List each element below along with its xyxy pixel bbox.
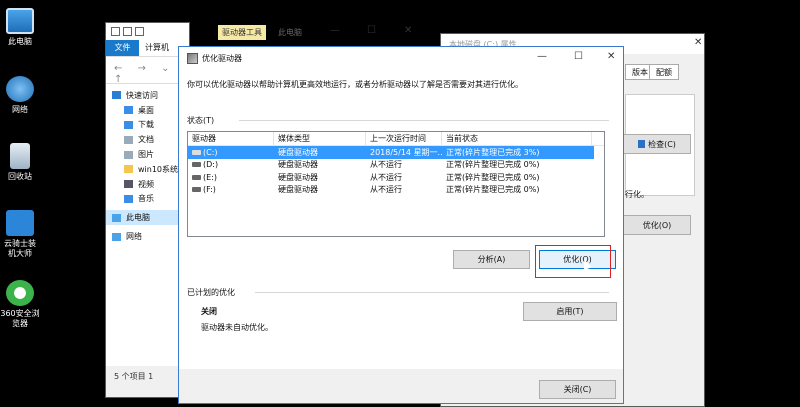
properties-optimize-button[interactable]: 优化(O) <box>623 215 691 235</box>
hard-drive-icon <box>192 162 201 168</box>
desktop-icon-label: 云骑士装机大师 <box>4 239 36 258</box>
nav-item-videos[interactable]: 视频 <box>106 177 189 192</box>
column-header-drive[interactable]: 驱动器 <box>188 132 274 145</box>
explorer-maximize-button[interactable]: ☐ <box>367 25 376 36</box>
explorer-title: 此电脑 <box>278 28 302 37</box>
explorer-status-bar: 5 个项目 1 <box>114 372 154 381</box>
download-folder-icon <box>124 120 133 129</box>
nav-item-downloads[interactable]: 下载 <box>106 118 189 133</box>
dialog-description: 你可以优化驱动器以帮助计算机更高效地运行，或者分析驱动器以了解是否需要对其进行优… <box>187 80 523 89</box>
optimize-button-highlight <box>535 245 611 278</box>
desktop-icon-label: 此电脑 <box>8 37 32 46</box>
star-icon <box>112 91 121 100</box>
column-header-media-type[interactable]: 媒体类型 <box>274 132 366 145</box>
status-divider <box>239 120 609 121</box>
navigation-pane: 快速访问 桌面 下载 文档 图片 win10系统卡 视频 音乐 此电脑 网络 <box>106 84 189 366</box>
tab-quota[interactable]: 配额 <box>649 64 679 80</box>
shield-icon <box>638 140 646 148</box>
music-folder-icon <box>124 194 133 203</box>
status-label: 状态(T) <box>187 116 215 125</box>
scheduled-description: 驱动器未自动优化。 <box>201 323 273 332</box>
desktop-icon-label: 网络 <box>12 105 28 114</box>
nav-item-win10-folder[interactable]: win10系统卡 <box>106 162 189 177</box>
network-icon <box>6 76 34 102</box>
nav-item-quick-access[interactable]: 快速访问 <box>106 88 189 103</box>
explorer-navigation-bar[interactable]: ← → ⌄ ↑ <box>106 56 189 85</box>
yunqishi-app-icon <box>6 210 34 236</box>
dialog-titlebar: 优化驱动器 <box>179 47 623 69</box>
desktop-icon-this-pc[interactable]: 此电脑 <box>0 8 40 47</box>
close-button[interactable]: 关闭(C) <box>539 380 616 399</box>
network-icon <box>112 232 121 241</box>
hard-drive-icon <box>192 149 201 155</box>
defrag-app-icon <box>187 52 198 64</box>
properties-close-button[interactable]: ✕ <box>694 37 702 48</box>
drive-row-d[interactable]: (D:) 硬盘驱动器 从不运行 正常(碎片整理已完成 0%) <box>188 159 604 172</box>
videos-folder-icon <box>124 180 133 189</box>
column-header-status[interactable]: 当前状态 <box>442 132 592 145</box>
drive-tools-tab[interactable]: 驱动器工具 <box>218 25 266 40</box>
dialog-maximize-button[interactable]: ☐ <box>574 51 583 62</box>
column-header-last-run[interactable]: 上一次运行时间 <box>366 132 442 145</box>
scheduled-optimization-label: 已计划的优化 <box>187 288 235 297</box>
quick-access-toolbar-icon[interactable] <box>111 27 120 36</box>
documents-folder-icon <box>124 135 133 144</box>
enable-button[interactable]: 启用(T) <box>523 302 617 321</box>
nav-item-desktop[interactable]: 桌面 <box>106 103 189 118</box>
dialog-body: 你可以优化驱动器以帮助计算机更高效地运行，或者分析驱动器以了解是否需要对其进行优… <box>179 69 623 369</box>
dialog-title: 优化驱动器 <box>202 53 242 63</box>
dialog-minimize-button[interactable]: — <box>537 51 547 62</box>
hard-drive-icon <box>192 187 201 193</box>
hard-drive-icon <box>192 174 201 180</box>
desktop-icon-360-browser[interactable]: 360安全浏览器 <box>0 280 40 329</box>
explorer-titlebar <box>106 23 189 40</box>
recycle-bin-icon <box>10 143 30 169</box>
nav-item-pictures[interactable]: 图片 <box>106 147 189 162</box>
dialog-close-button[interactable]: ✕ <box>607 51 615 62</box>
drive-list-header: 驱动器 媒体类型 上一次运行时间 当前状态 <box>188 132 604 146</box>
ribbon-tabs: 文件 计算机 <box>106 40 189 56</box>
nav-item-music[interactable]: 音乐 <box>106 192 189 207</box>
desktop-folder-icon <box>124 106 133 115</box>
drive-row-c[interactable]: (C:) 硬盘驱动器 2018/5/14 星期一... 正常(碎片整理已完成 3… <box>188 146 594 159</box>
desktop-icon-recycle-bin[interactable]: 回收站 <box>0 143 40 182</box>
nav-item-this-pc[interactable]: 此电脑 <box>106 210 189 226</box>
drive-list: 驱动器 媒体类型 上一次运行时间 当前状态 (C:) 硬盘驱动器 2018/5/… <box>187 131 605 237</box>
desktop-icon-network[interactable]: 网络 <box>0 76 40 115</box>
nav-item-network[interactable]: 网络 <box>106 229 189 244</box>
nav-item-documents[interactable]: 文档 <box>106 132 189 147</box>
desktop-icon-label: 360安全浏览器 <box>0 309 40 328</box>
scheduled-divider <box>255 292 609 293</box>
properties-partial-text: 行化。 <box>625 190 649 199</box>
drive-row-f[interactable]: (F:) 硬盘驱动器 从不运行 正常(碎片整理已完成 0%) <box>188 184 604 197</box>
explorer-minimize-button[interactable]: — <box>330 25 340 36</box>
desktop-icon-label: 回收站 <box>8 172 32 181</box>
computer-icon <box>112 213 121 222</box>
new-folder-quick-icon[interactable] <box>135 27 144 36</box>
analyze-button[interactable]: 分析(A) <box>453 250 530 269</box>
drive-row-e[interactable]: (E:) 硬盘驱动器 从不运行 正常(碎片整理已完成 0%) <box>188 171 604 184</box>
desktop-icon-yunqishi[interactable]: 云骑士装机大师 <box>0 210 40 259</box>
360-browser-icon <box>6 280 34 306</box>
check-button[interactable]: 检查(C) <box>623 134 691 154</box>
tab-computer[interactable]: 计算机 <box>139 40 175 56</box>
scheduled-state: 关闭 <box>201 307 217 316</box>
tab-file[interactable]: 文件 <box>106 40 139 56</box>
folder-icon <box>124 165 133 174</box>
pictures-folder-icon <box>124 150 133 159</box>
computer-icon <box>6 8 34 34</box>
properties-quick-icon[interactable] <box>123 27 132 36</box>
optimize-drives-dialog: 优化驱动器 — ☐ ✕ 你可以优化驱动器以帮助计算机更高效地运行，或者分析驱动器… <box>178 46 624 404</box>
explorer-close-button[interactable]: ✕ <box>404 25 412 36</box>
